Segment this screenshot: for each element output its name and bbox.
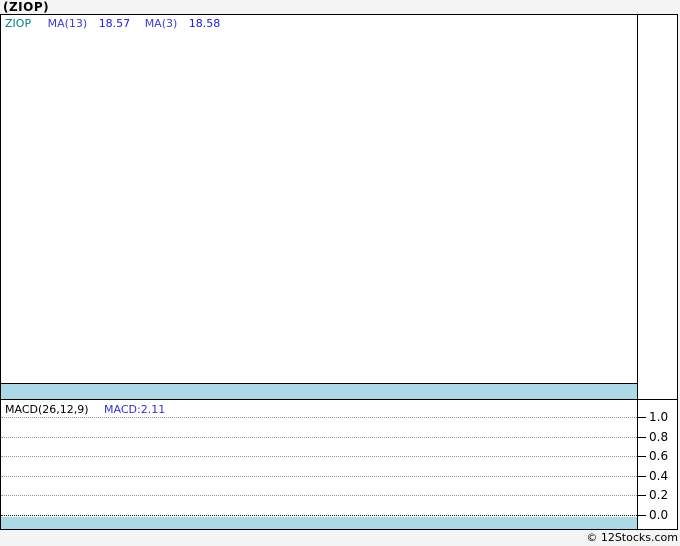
footer-credit: © 12Stocks.com [586, 531, 678, 544]
y-axis-tick-label: 0.2 [649, 488, 669, 502]
macd-gridline [1, 417, 637, 418]
y-axis-tick-label: 0.6 [649, 449, 669, 463]
macd-zero-gridline [1, 515, 637, 516]
macd-panel-legend: MACD(26,12,9) MACD:2.11 [5, 403, 165, 416]
y-axis-tick-label: 0.8 [649, 430, 669, 444]
ma13-label: MA(13) [47, 17, 88, 30]
ticker-symbol: ZIOP [5, 17, 32, 30]
y-axis-tick [637, 437, 646, 438]
chart-title: (ZIOP) [3, 0, 50, 14]
y-axis-tick [637, 456, 646, 457]
y-axis-tick [637, 476, 646, 477]
macd-gridline [1, 495, 637, 496]
right-axis-divider [637, 15, 638, 529]
macd-indicator-value: MACD:2.11 [104, 403, 166, 416]
chart-frame: ZIOP MA(13) 18.57 MA(3) 18.58 MACD(26,12… [0, 14, 678, 530]
y-axis-tick [637, 417, 646, 418]
macd-gridline [1, 456, 637, 457]
ma3-label: MA(3) [144, 17, 178, 30]
macd-gridline [1, 437, 637, 438]
highlight-band-upper [1, 384, 637, 399]
macd-indicator-label: MACD(26,12,9) [5, 403, 89, 416]
y-axis-tick-label: 1.0 [649, 410, 669, 424]
price-panel-legend: ZIOP MA(13) 18.57 MA(3) 18.58 [5, 17, 231, 30]
stock-chart-page: { "page": { "title": "(ZIOP)", "footer_c… [0, 0, 680, 546]
highlight-band-lower [1, 517, 637, 529]
macd-gridline [1, 476, 637, 477]
y-axis-tick [637, 515, 646, 516]
y-axis-tick-label: 0.0 [649, 508, 669, 522]
macd-panel-top-border [1, 399, 677, 400]
y-axis-tick-label: 0.4 [649, 469, 669, 483]
ma3-value: 18.58 [188, 17, 221, 30]
y-axis-tick [637, 495, 646, 496]
ma13-value: 18.57 [98, 17, 131, 30]
